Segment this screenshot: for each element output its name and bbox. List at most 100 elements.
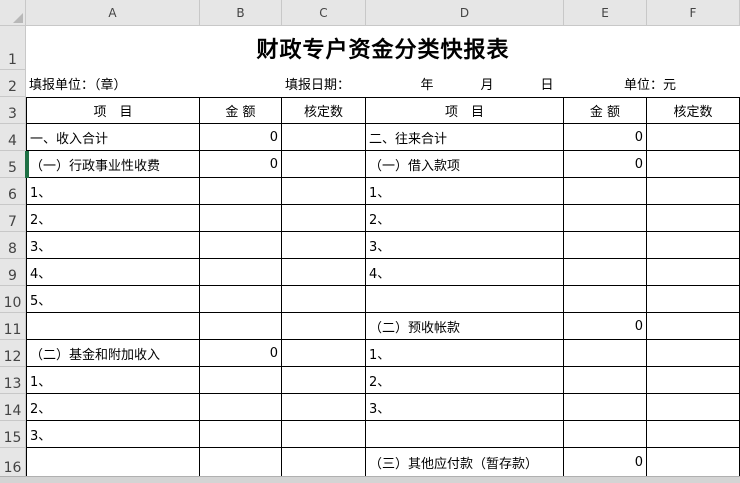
column-header-f[interactable]: F — [647, 0, 740, 26]
left-amount-cell[interactable]: 0 — [200, 124, 282, 151]
right-verified-cell[interactable] — [647, 205, 740, 232]
right-item-label[interactable]: （二）预收帐款 — [366, 313, 564, 340]
left-amount-cell[interactable] — [200, 394, 282, 421]
right-verified-cell[interactable] — [647, 394, 740, 421]
header-amount-left[interactable]: 金 额 — [200, 97, 282, 124]
left-verified-cell[interactable] — [282, 205, 366, 232]
right-amount-cell[interactable]: 0 — [564, 124, 647, 151]
left-item-label[interactable]: 4、 — [26, 259, 200, 286]
right-verified-cell[interactable] — [647, 259, 740, 286]
right-item-label[interactable] — [366, 421, 564, 448]
row-header-5[interactable]: 5 — [0, 151, 26, 178]
report-title[interactable]: 财政专户资金分类快报表 — [26, 26, 740, 70]
right-item-label[interactable]: 3、 — [366, 232, 564, 259]
left-amount-cell[interactable] — [200, 421, 282, 448]
left-amount-cell[interactable] — [200, 232, 282, 259]
header-item-left[interactable]: 项 目 — [26, 97, 200, 124]
right-verified-cell[interactable] — [647, 367, 740, 394]
column-header-b[interactable]: B — [200, 0, 282, 26]
column-header-a[interactable]: A — [26, 0, 200, 26]
unit-label[interactable]: 单位：元 — [621, 70, 740, 97]
row-header-15[interactable]: 15 — [0, 421, 26, 448]
left-item-label[interactable]: 一、收入合计 — [26, 124, 200, 151]
left-amount-cell[interactable] — [200, 178, 282, 205]
left-amount-cell[interactable]: 0 — [200, 151, 282, 178]
left-amount-cell[interactable] — [200, 367, 282, 394]
left-amount-cell[interactable] — [200, 313, 282, 340]
right-amount-cell[interactable] — [564, 286, 647, 313]
left-verified-cell[interactable] — [282, 124, 366, 151]
right-verified-cell[interactable] — [647, 124, 740, 151]
row-header-7[interactable]: 7 — [0, 205, 26, 232]
row-header-11[interactable]: 11 — [0, 313, 26, 340]
column-header-e[interactable]: E — [564, 0, 647, 26]
row-header-9[interactable]: 9 — [0, 259, 26, 286]
left-verified-cell[interactable] — [282, 178, 366, 205]
right-item-label[interactable]: 1、 — [366, 340, 564, 367]
right-item-label[interactable]: （三）其他应付款（暂存款） — [366, 448, 564, 478]
left-amount-cell[interactable] — [200, 259, 282, 286]
row-header-6[interactable]: 6 — [0, 178, 26, 205]
left-verified-cell[interactable] — [282, 448, 366, 478]
left-verified-cell[interactable] — [282, 340, 366, 367]
row-header-10[interactable]: 10 — [0, 286, 26, 313]
header-item-right[interactable]: 项 目 — [366, 97, 564, 124]
right-amount-cell[interactable] — [564, 205, 647, 232]
fill-date-label[interactable]: 填报日期： — [282, 70, 422, 97]
right-item-label[interactable]: 1、 — [366, 178, 564, 205]
left-verified-cell[interactable] — [282, 367, 366, 394]
left-item-label[interactable]: 2、 — [26, 205, 200, 232]
date-year-label[interactable]: 年 — [412, 70, 442, 97]
right-verified-cell[interactable] — [647, 340, 740, 367]
left-item-label[interactable]: 3、 — [26, 421, 200, 448]
right-amount-cell[interactable] — [564, 232, 647, 259]
right-amount-cell[interactable] — [564, 340, 647, 367]
right-amount-cell[interactable]: 0 — [564, 448, 647, 478]
left-amount-cell[interactable]: 0 — [200, 340, 282, 367]
right-verified-cell[interactable] — [647, 232, 740, 259]
row-header-4[interactable]: 4 — [0, 124, 26, 151]
header-verified-right[interactable]: 核定数 — [647, 97, 740, 124]
left-item-label[interactable]: 3、 — [26, 232, 200, 259]
row-header-14[interactable]: 14 — [0, 394, 26, 421]
right-verified-cell[interactable] — [647, 421, 740, 448]
right-amount-cell[interactable]: 0 — [564, 151, 647, 178]
left-item-label[interactable]: 5、 — [26, 286, 200, 313]
right-amount-cell[interactable]: 0 — [564, 313, 647, 340]
select-all-corner[interactable] — [0, 0, 26, 26]
left-verified-cell[interactable] — [282, 313, 366, 340]
header-amount-right[interactable]: 金 额 — [564, 97, 647, 124]
left-amount-cell[interactable] — [200, 448, 282, 478]
left-verified-cell[interactable] — [282, 394, 366, 421]
left-verified-cell[interactable] — [282, 286, 366, 313]
column-header-c[interactable]: C — [282, 0, 366, 26]
left-verified-cell[interactable] — [282, 421, 366, 448]
row-header-13[interactable]: 13 — [0, 367, 26, 394]
row-header-3[interactable]: 3 — [0, 97, 26, 124]
right-amount-cell[interactable] — [564, 394, 647, 421]
right-amount-cell[interactable] — [564, 178, 647, 205]
row-header-8[interactable]: 8 — [0, 232, 26, 259]
right-amount-cell[interactable] — [564, 421, 647, 448]
left-verified-cell[interactable] — [282, 151, 366, 178]
right-verified-cell[interactable] — [647, 151, 740, 178]
right-verified-cell[interactable] — [647, 178, 740, 205]
right-item-label[interactable]: （一）借入款项 — [366, 151, 564, 178]
left-amount-cell[interactable] — [200, 286, 282, 313]
right-item-label[interactable]: 3、 — [366, 394, 564, 421]
right-amount-cell[interactable] — [564, 367, 647, 394]
right-verified-cell[interactable] — [647, 286, 740, 313]
left-item-label[interactable] — [26, 448, 200, 478]
right-verified-cell[interactable] — [647, 313, 740, 340]
left-item-label[interactable]: （一）行政事业性收费 — [26, 151, 200, 178]
right-item-label[interactable]: 2、 — [366, 205, 564, 232]
row-header-2[interactable]: 2 — [0, 70, 26, 97]
left-item-label[interactable]: 2、 — [26, 394, 200, 421]
right-amount-cell[interactable] — [564, 259, 647, 286]
column-header-d[interactable]: D — [366, 0, 564, 26]
header-verified-left[interactable]: 核定数 — [282, 97, 366, 124]
right-item-label[interactable]: 4、 — [366, 259, 564, 286]
row-header-12[interactable]: 12 — [0, 340, 26, 367]
date-month-label[interactable]: 月 — [472, 70, 502, 97]
row-header-16[interactable]: 16 — [0, 448, 26, 478]
